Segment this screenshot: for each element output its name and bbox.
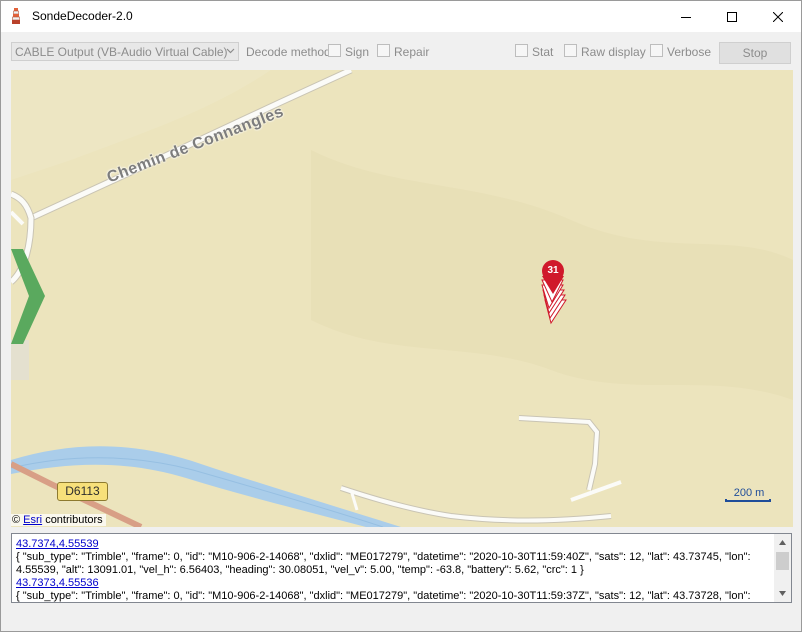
repair-label: Repair (394, 45, 430, 59)
attribution-suffix: contributors (45, 514, 103, 526)
close-icon (773, 11, 783, 22)
sonde-app-icon (12, 8, 20, 24)
stat-label: Stat (532, 45, 554, 59)
log-json-line: { "sub_type": "Trimble", "frame": 0, "id… (16, 551, 754, 576)
maximize-button[interactable] (709, 1, 755, 32)
stat-checkbox[interactable] (515, 44, 528, 57)
scroll-up-button[interactable] (774, 534, 791, 551)
verbose-checkbox[interactable] (650, 44, 663, 57)
map-canvas (11, 70, 793, 527)
sonde-marker-count[interactable]: 31 (542, 260, 564, 282)
scale-bar: 200 m (725, 486, 773, 504)
caret-down-icon (779, 591, 786, 596)
stop-button[interactable]: Stop (719, 42, 791, 64)
decode-method-label: Decode method (246, 45, 331, 59)
scale-label: 200 m (733, 487, 765, 499)
scroll-down-button[interactable] (774, 585, 791, 602)
minimize-button[interactable] (663, 1, 709, 32)
window-title: SondeDecoder-2.0 (32, 9, 133, 23)
route-arrow-shape (11, 249, 45, 344)
log-coord-link[interactable]: 43.7374,4.55539 (16, 538, 771, 551)
caret-up-icon (779, 540, 786, 545)
title-bar[interactable]: SondeDecoder-2.0 (1, 1, 801, 32)
close-button[interactable] (755, 1, 801, 32)
maximize-icon (727, 11, 737, 22)
chevron-down-icon (226, 48, 235, 54)
log-coord-link[interactable]: 43.7373,4.55536 (16, 577, 771, 590)
audio-device-value: CABLE Output (VB-Audio Virtual Cable) (15, 45, 228, 59)
minimize-icon (681, 16, 691, 18)
audio-device-select[interactable]: CABLE Output (VB-Audio Virtual Cable) (11, 42, 239, 61)
scroll-thumb[interactable] (776, 552, 789, 570)
app-window: SondeDecoder-2.0 CABLE Output (VB-Audio … (0, 0, 802, 632)
raw-display-label: Raw display (581, 45, 646, 59)
toolbar: CABLE Output (VB-Audio Virtual Cable) De… (1, 32, 801, 70)
map-view[interactable]: Chemin de Connangles D6113 31 200 m © Es… (11, 70, 793, 527)
sign-checkbox[interactable] (328, 44, 341, 57)
decoder-log[interactable]: 43.7374,4.55539 { "sub_type": "Trimble",… (11, 533, 792, 603)
road-shield-d6113: D6113 (57, 482, 108, 501)
esri-link[interactable]: Esri (23, 514, 42, 526)
map-attribution: © Esri contributors (11, 514, 106, 526)
repair-checkbox[interactable] (377, 44, 390, 57)
sign-label: Sign (345, 45, 370, 59)
raw-display-checkbox[interactable] (564, 44, 577, 57)
copyright-symbol: © (12, 514, 21, 526)
log-json-line: { "sub_type": "Trimble", "frame": 0, "id… (16, 590, 751, 602)
scale-line (725, 499, 771, 502)
verbose-label: Verbose (667, 45, 712, 59)
log-scrollbar[interactable] (774, 534, 791, 602)
log-content: 43.7374,4.55539 { "sub_type": "Trimble",… (16, 538, 771, 602)
